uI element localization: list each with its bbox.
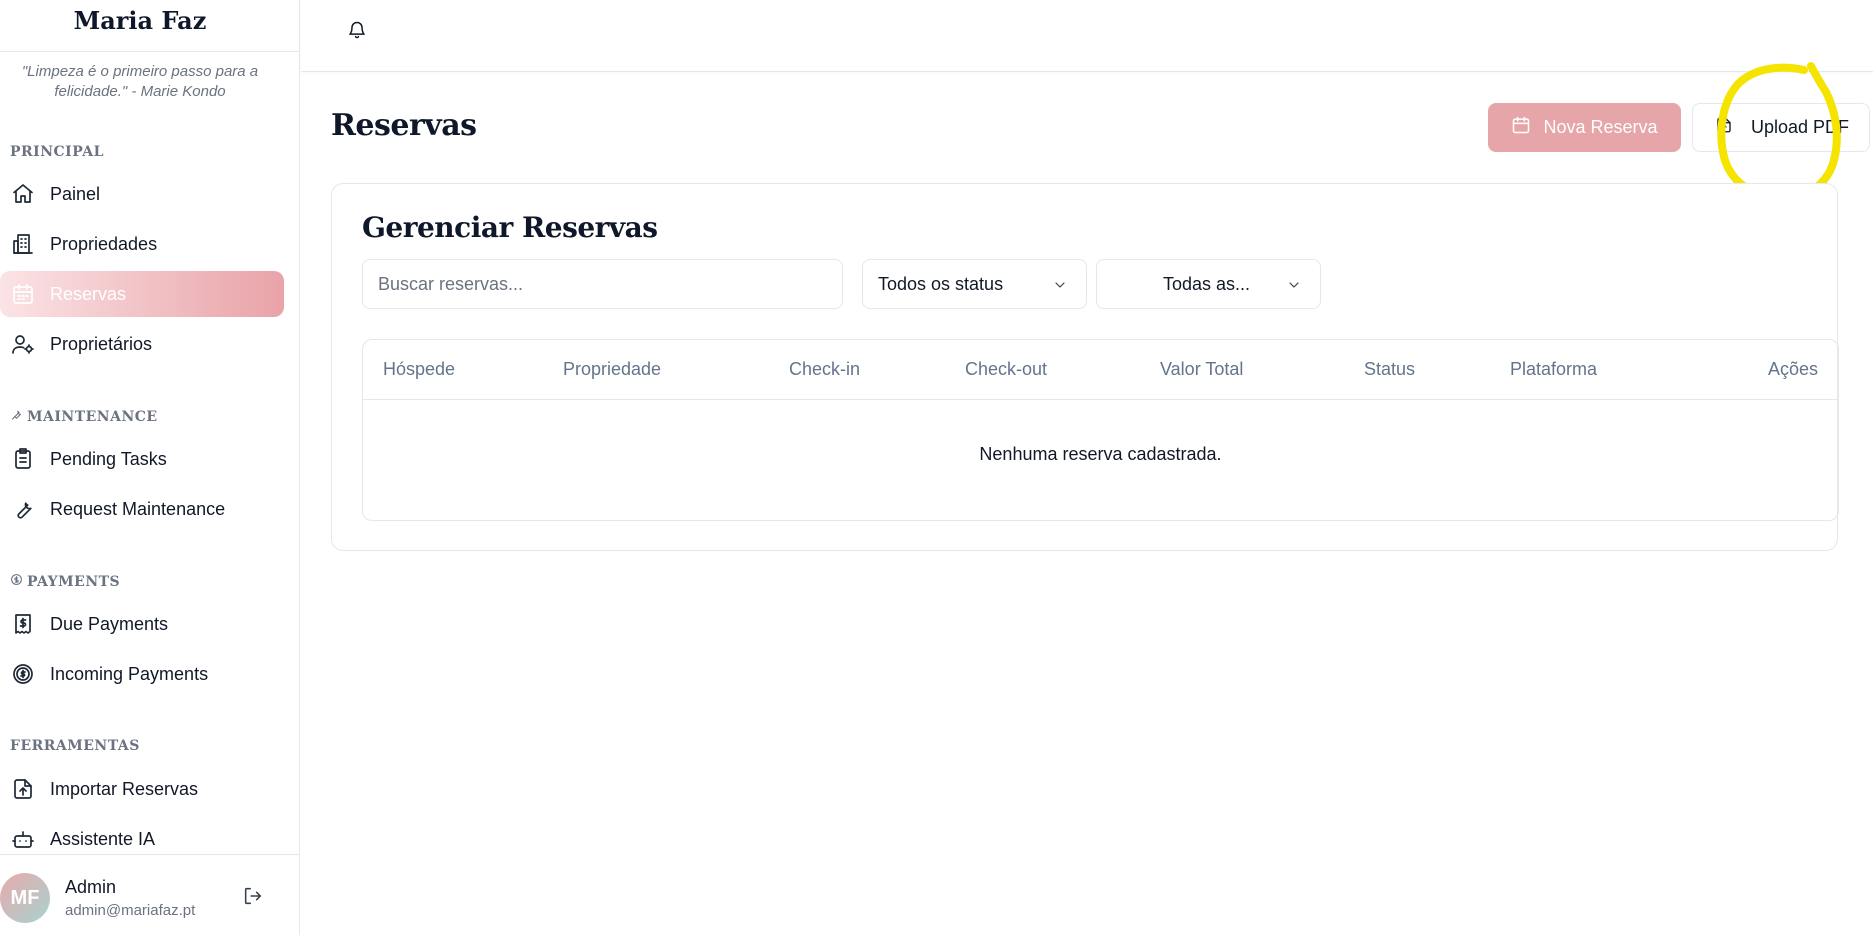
sidebar-item-importar-reservas[interactable]: Importar Reservas [0,766,284,812]
sidebar-item-pending-tasks[interactable]: Pending Tasks [0,436,284,482]
page-title: Reservas [331,108,477,143]
bell-icon [347,20,367,45]
reservations-card: Gerenciar Reservas Todos os status Todas… [331,183,1839,551]
sidebar-item-label: Due Payments [50,613,169,634]
sidebar-item-label: Propriedades [50,233,158,254]
empty-state-message: Nenhuma reserva cadastrada. [979,444,1222,464]
user-divider [0,854,300,855]
user-cog-icon [10,331,36,357]
column-header-actions: Ações [1767,359,1818,379]
home-icon [10,181,36,207]
upload-pdf-button[interactable]: Upload PDF [1692,103,1870,152]
upload-pdf-label: Upload PDF [1751,117,1850,137]
sidebar-item-label: Request Maintenance [50,498,226,519]
reservations-table: Hóspede Propriedade Check-in Check-out V… [362,339,1839,521]
new-reservation-label: Nova Reserva [1543,117,1658,137]
sidebar-item-reservas[interactable]: Reservas [0,271,284,317]
calendar-icon [1511,115,1531,140]
user-email: admin@mariafaz.pt [65,902,196,919]
brand-logo[interactable]: Maria Faz [0,6,280,35]
search-input[interactable] [362,259,843,309]
status-filter-select[interactable]: Todos os status [862,259,1087,309]
table-header: Hóspede Propriedade Check-in Check-out V… [363,340,1838,400]
card-title: Gerenciar Reservas [362,211,658,244]
avatar[interactable]: MF [0,873,50,923]
sidebar-item-label: Painel [50,183,101,204]
section-label: MAINTENANCE [27,408,158,425]
sidebar-item-painel[interactable]: Painel [0,171,284,217]
receipt-icon [10,611,36,637]
section-payments: PAYMENTS [10,573,120,590]
column-header-check-out[interactable]: Check-out [965,359,1047,380]
platform-filter-select[interactable]: Todas as... [1096,259,1321,309]
calendar-icon [10,281,36,307]
file-upload-icon [1715,116,1733,139]
column-header-platform[interactable]: Plataforma [1510,359,1597,380]
logout-button[interactable] [240,885,266,911]
user-name: Admin [65,877,117,897]
column-header-guest[interactable]: Hóspede [383,359,455,380]
sidebar-item-label: Reservas [50,283,127,304]
sidebar-item-label: Importar Reservas [50,778,199,799]
sidebar-item-label: Incoming Payments [50,663,209,684]
platform-filter-value: Todas as... [1163,273,1251,294]
brand-divider [0,51,300,52]
column-header-total-value[interactable]: Valor Total [1160,359,1243,380]
section-maintenance: MAINTENANCE [10,408,158,425]
section-label: PAYMENTS [27,573,121,590]
section-label: FERRAMENTAS [10,738,140,754]
sidebar-item-label: Assistente IA [50,828,156,849]
file-upload-icon [10,776,36,802]
new-reservation-button[interactable]: Nova Reserva [1488,103,1681,152]
sidebar-item-label: Proprietários [50,333,153,354]
section-label: PRINCIPAL [10,144,104,160]
sidebar-item-propriedades[interactable]: Propriedades [0,221,284,267]
coins-icon [10,661,36,687]
bot-icon [10,826,36,852]
column-header-property[interactable]: Propriedade [563,359,661,380]
column-header-check-in[interactable]: Check-in [789,359,860,380]
dollar-circle-icon [10,573,23,590]
sidebar-quote: "Limpeza é o primeiro passo para a felic… [21,63,259,100]
clipboard-list-icon [10,446,36,472]
section-tools: FERRAMENTAS [10,738,140,754]
sidebar-item-proprietarios[interactable]: Proprietários [0,321,284,367]
status-filter-value: Todos os status [878,273,1004,294]
column-header-status[interactable]: Status [1364,359,1415,380]
building-icon [10,231,36,257]
notifications-button[interactable] [343,18,371,46]
sidebar-item-label: Pending Tasks [50,448,167,469]
sidebar: Maria Faz "Limpeza é o primeiro passo pa… [0,0,300,935]
wrench-icon [10,408,23,425]
sidebar-item-assistente-ia[interactable]: Assistente IA [0,816,284,862]
sidebar-item-due-payments[interactable]: Due Payments [0,601,284,647]
logout-icon [242,885,264,912]
app: Maria Faz "Limpeza é o primeiro passo pa… [0,0,1873,935]
sidebar-item-request-maintenance[interactable]: Request Maintenance [0,486,284,532]
top-bar [301,0,1873,72]
sidebar-item-incoming-payments[interactable]: Incoming Payments [0,651,284,697]
wrench-icon [10,496,36,522]
section-principal: PRINCIPAL [10,144,104,160]
